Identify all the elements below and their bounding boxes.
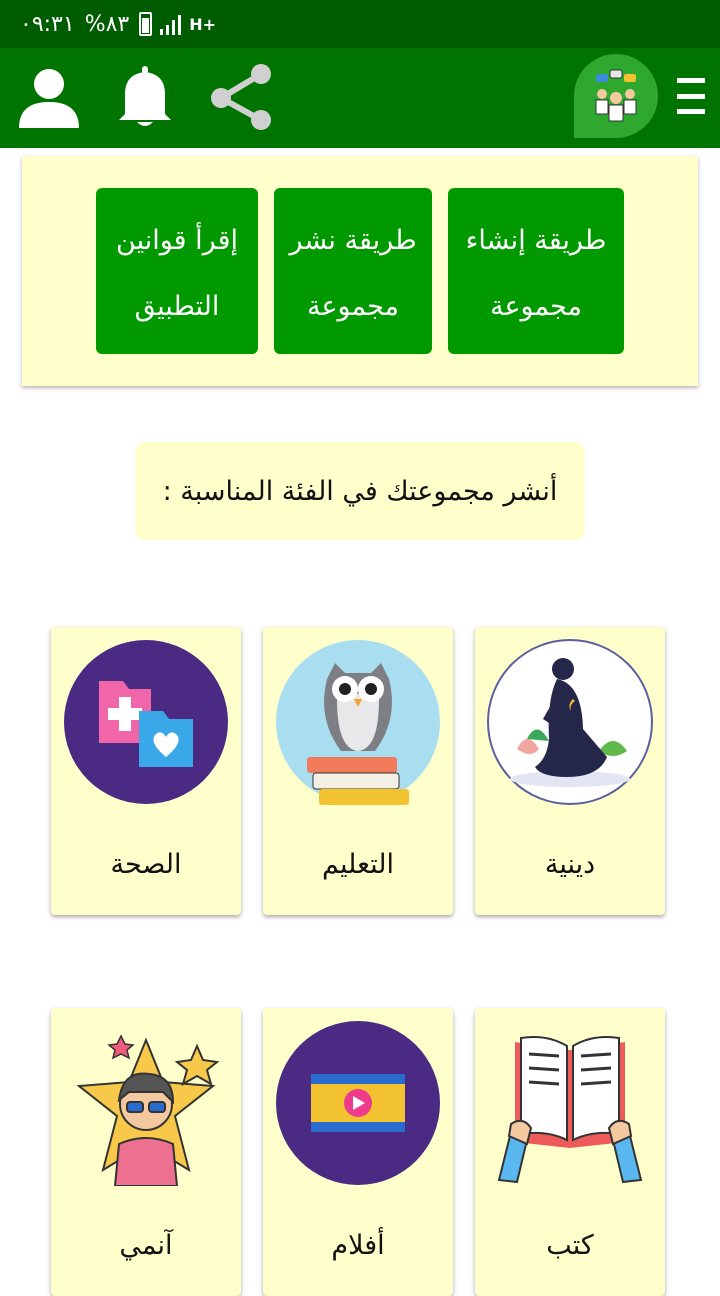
category-label: الصحة — [110, 849, 182, 880]
film-icon — [276, 1021, 440, 1185]
health-folders-icon — [64, 640, 228, 804]
category-movies[interactable]: أفلام — [263, 1008, 453, 1296]
read-app-rules-button[interactable]: إقرأ قوانين التطبيق — [96, 188, 258, 354]
how-to-publish-group-button[interactable]: طريقة نشر مجموعة — [274, 188, 432, 354]
category-books[interactable]: كتب — [475, 1008, 665, 1296]
menu-icon[interactable] — [676, 78, 706, 114]
battery-percent: %٨٣ — [84, 11, 130, 37]
category-label: دينية — [544, 849, 596, 880]
status-bar: ٠٩:٣١ %٨٣ H+ — [0, 0, 720, 48]
signal-icon — [160, 13, 182, 35]
anime-star-icon — [76, 1034, 220, 1186]
network-type: H+ — [189, 14, 217, 34]
category-religious[interactable]: دينية — [475, 627, 665, 915]
category-label: آنمي — [119, 1230, 173, 1261]
category-label: أفلام — [331, 1230, 385, 1261]
how-to-create-group-button[interactable]: طريقة إنشاء مجموعة — [448, 188, 624, 354]
clock: ٠٩:٣١ — [20, 11, 75, 37]
category-label: كتب — [546, 1230, 594, 1261]
profile-icon[interactable] — [14, 62, 84, 132]
category-label: التعليم — [322, 849, 394, 880]
logo-icon[interactable] — [574, 54, 658, 138]
publish-notice: أنشر مجموعتك في الفئة المناسبة : — [135, 442, 585, 540]
owl-books-icon — [276, 640, 440, 805]
main-content: طريقة إنشاء مجموعة طريقة نشر مجموعة إقرأ ق… — [0, 148, 720, 1296]
app-bar — [0, 48, 720, 148]
open-book-icon — [497, 1036, 643, 1184]
bell-icon[interactable] — [112, 62, 178, 132]
prayer-icon — [487, 639, 653, 805]
category-education[interactable]: التعليم — [263, 627, 453, 915]
category-health[interactable]: الصحة — [51, 627, 241, 915]
battery-icon — [139, 12, 153, 36]
share-icon[interactable] — [204, 60, 276, 134]
category-anime[interactable]: آنمي — [51, 1008, 241, 1296]
top-actions-card: طريقة إنشاء مجموعة طريقة نشر مجموعة إقرأ ق… — [22, 156, 698, 386]
